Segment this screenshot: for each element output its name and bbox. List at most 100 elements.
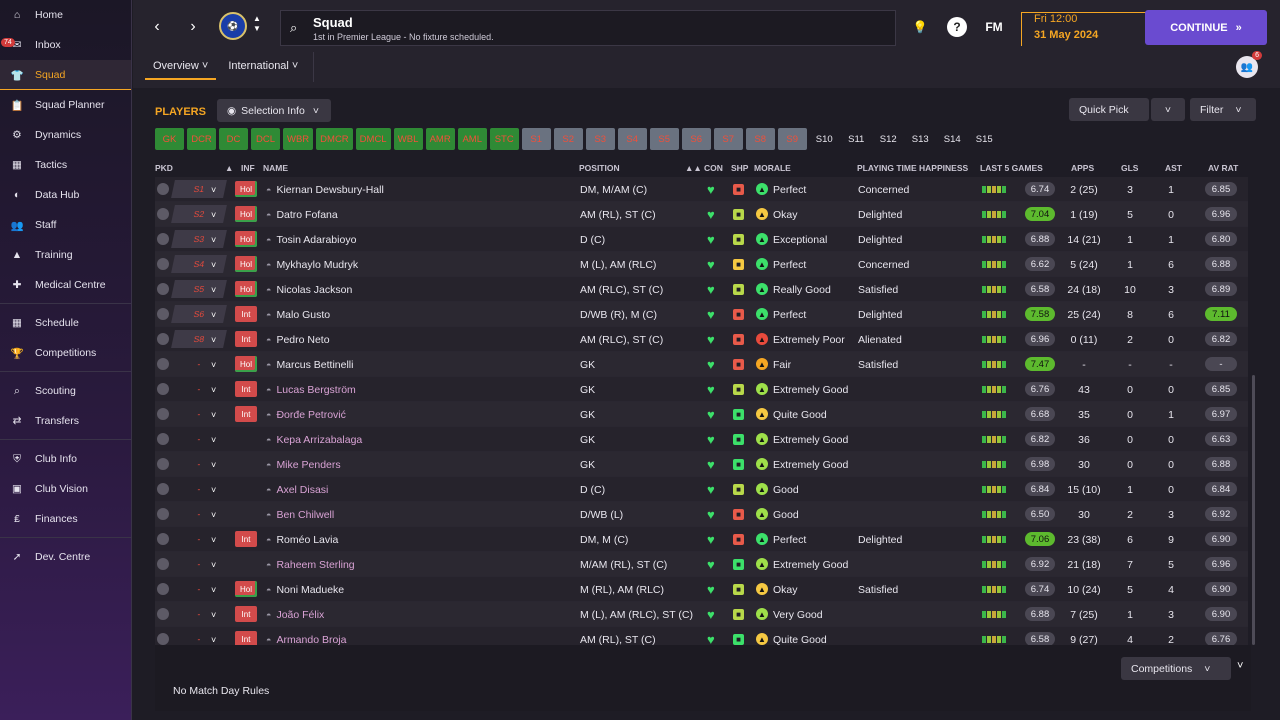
help-icon[interactable]: ? [947, 17, 967, 37]
col-name[interactable]: NAME [263, 163, 288, 173]
position-button[interactable]: AMR [425, 128, 455, 150]
pick-checkbox[interactable] [157, 233, 169, 245]
selection-info-dropdown[interactable]: ◉ Selection Info ˅ [217, 99, 331, 122]
col-pkd[interactable]: PKD [155, 163, 173, 173]
selection-slot[interactable]: - [171, 530, 227, 548]
position-button[interactable]: DC [219, 128, 248, 150]
filter-button[interactable]: Filter ˅ [1190, 98, 1256, 121]
pick-checkbox[interactable] [157, 483, 169, 495]
position-button[interactable]: S13 [906, 128, 935, 150]
chevron-down-icon[interactable]: ˅ [211, 552, 216, 577]
col-ast[interactable]: AST [1165, 163, 1182, 173]
chevron-down-icon[interactable]: ˅ [211, 577, 216, 602]
table-row[interactable]: - ˅ ◓ Mike Penders GK ♥ ■ ▲ Extremely Good 6.98 30… [155, 452, 1248, 477]
pick-checkbox[interactable] [157, 458, 169, 470]
table-row[interactable]: S3 ˅ Hol ◓ Tosin Adarabioyo D (C) ♥ ■ ▲ Exception… [155, 227, 1248, 252]
chevron-down-icon[interactable]: ˅ [211, 327, 216, 352]
table-row[interactable]: S1 ˅ Hol ◓ Kiernan Dewsbury-Hall DM, M/AM (C)… [155, 177, 1248, 202]
fm-icon[interactable]: FM [982, 17, 1006, 37]
tab-overview[interactable]: Overview ˅ [145, 52, 217, 80]
position-button[interactable]: S3 [585, 128, 615, 150]
position-button[interactable]: S15 [970, 128, 999, 150]
position-button[interactable]: DCR [187, 128, 216, 150]
col-playing-time[interactable]: PLAYING TIME HAPPINESS [857, 163, 968, 173]
sidebar-item-finances[interactable]: ₤ Finances [0, 504, 131, 534]
chevron-down-icon[interactable]: ˅ [211, 202, 216, 227]
table-row[interactable]: - ˅ Int ◓ João Félix M (L), AM (RLC), ST (C) ♥… [155, 602, 1248, 627]
position-button[interactable]: S12 [874, 128, 903, 150]
table-row[interactable]: S4 ˅ Hol ◓ Mykhaylo Mudryk M (L), AM (RLC) ♥ ■ ▲… [155, 252, 1248, 277]
sidebar-item-club-info[interactable]: ⛨ Club Info [0, 444, 131, 474]
pick-checkbox[interactable] [157, 608, 169, 620]
sidebar-item-staff[interactable]: 👥 Staff [0, 210, 131, 240]
sidebar-item-dev-centre[interactable]: ➚ Dev. Centre [0, 542, 131, 572]
player-name[interactable]: ◓ Tosin Adarabioyo [266, 227, 356, 252]
position-button[interactable]: STC [489, 128, 519, 150]
selection-slot[interactable]: - [171, 405, 227, 423]
chevron-down-icon[interactable]: ˅ [211, 177, 216, 202]
selection-slot[interactable]: - [171, 605, 227, 623]
sidebar-item-competitions[interactable]: 🏆 Competitions [0, 338, 131, 368]
selection-slot[interactable]: - [171, 455, 227, 473]
col-shp[interactable]: SHP [731, 163, 748, 173]
chevron-down-icon[interactable]: ˅ [211, 227, 216, 252]
club-crest-icon[interactable]: ⚽ [219, 12, 247, 40]
pick-checkbox[interactable] [157, 433, 169, 445]
selection-slot[interactable]: - [171, 505, 227, 523]
competitions-dropdown[interactable]: Competitions ˅ [1121, 657, 1231, 680]
selection-slot[interactable]: S2 [171, 205, 227, 223]
col-con[interactable]: CON [704, 163, 723, 173]
forward-button[interactable]: › [181, 15, 205, 39]
position-button[interactable]: AML [457, 128, 487, 150]
sidebar-item-scouting[interactable]: ⌕ Scouting [0, 376, 131, 406]
player-name[interactable]: ◓ Kepa Arrizabalaga [266, 427, 362, 452]
player-name[interactable]: ◓ Malo Gusto [266, 302, 330, 327]
position-button[interactable]: GK [155, 128, 184, 150]
player-name[interactable]: ◓ Datro Fofana [266, 202, 338, 227]
position-button[interactable]: DCL [251, 128, 280, 150]
player-name[interactable]: ◓ Mike Penders [266, 452, 341, 477]
player-name[interactable]: ◓ Nicolas Jackson [266, 277, 352, 302]
selection-slot[interactable]: S3 [171, 230, 227, 248]
sidebar-item-squad[interactable]: 👕 Squad [0, 60, 131, 90]
pick-checkbox[interactable] [157, 383, 169, 395]
col-avrat[interactable]: AV RAT [1208, 163, 1238, 173]
player-name[interactable]: ◓ Lucas Bergström [266, 377, 356, 402]
player-name[interactable]: ◓ Marcus Bettinelli [266, 352, 353, 377]
selection-slot[interactable]: - [171, 380, 227, 398]
player-name[interactable]: ◓ Kiernan Dewsbury-Hall [266, 177, 384, 202]
col-apps[interactable]: APPS [1071, 163, 1094, 173]
player-name[interactable]: ◓ Axel Disasi [266, 477, 328, 502]
pick-checkbox[interactable] [157, 333, 169, 345]
chevron-down-icon[interactable]: ˅ [211, 252, 216, 277]
table-row[interactable]: - ˅ Int ◓ Roméo Lavia DM, M (C) ♥ ■ ▲ Perfect Deli… [155, 527, 1248, 552]
lightbulb-icon[interactable]: 💡 [910, 17, 930, 37]
pick-checkbox[interactable] [157, 408, 169, 420]
position-button[interactable]: S4 [617, 128, 647, 150]
sidebar-item-data-hub[interactable]: ◐ Data Hub [0, 180, 131, 210]
pick-checkbox[interactable] [157, 283, 169, 295]
position-button[interactable]: S2 [553, 128, 583, 150]
expand-chevron-icon[interactable]: ˅ [1237, 660, 1243, 672]
chevron-down-icon[interactable]: ˅ [211, 602, 216, 627]
table-scrollbar[interactable] [1252, 375, 1255, 645]
col-last5[interactable]: LAST 5 GAMES [980, 163, 1043, 173]
sidebar-item-dynamics[interactable]: ⚙ Dynamics [0, 120, 131, 150]
chevron-down-icon[interactable]: ˅ [211, 502, 216, 527]
selection-slot[interactable]: S4 [171, 255, 227, 273]
player-name[interactable]: ◓ Roméo Lavia [266, 527, 338, 552]
back-button[interactable]: ‹ [145, 15, 169, 39]
pick-checkbox[interactable] [157, 183, 169, 195]
table-row[interactable]: S6 ˅ Int ◓ Malo Gusto D/WB (R), M (C) ♥ ■ ▲ Perfe… [155, 302, 1248, 327]
continue-button[interactable]: CONTINUE » [1145, 10, 1267, 45]
selection-slot[interactable]: - [171, 430, 227, 448]
position-button[interactable]: DMCL [355, 128, 391, 150]
table-row[interactable]: - ˅ Hol ◓ Marcus Bettinelli GK ♥ ■ ▲ Fair Satisfie… [155, 352, 1248, 377]
position-button[interactable]: WBR [283, 128, 314, 150]
position-button[interactable]: S14 [938, 128, 967, 150]
sidebar-item-tactics[interactable]: ▦ Tactics [0, 150, 131, 180]
chevron-down-icon[interactable]: ˅ [211, 302, 216, 327]
search-box[interactable]: ⌕ Squad 1st in Premier League - No fixtu… [280, 10, 896, 46]
sidebar-item-squad-planner[interactable]: 📋 Squad Planner [0, 90, 131, 120]
selection-slot[interactable]: S5 [171, 280, 227, 298]
